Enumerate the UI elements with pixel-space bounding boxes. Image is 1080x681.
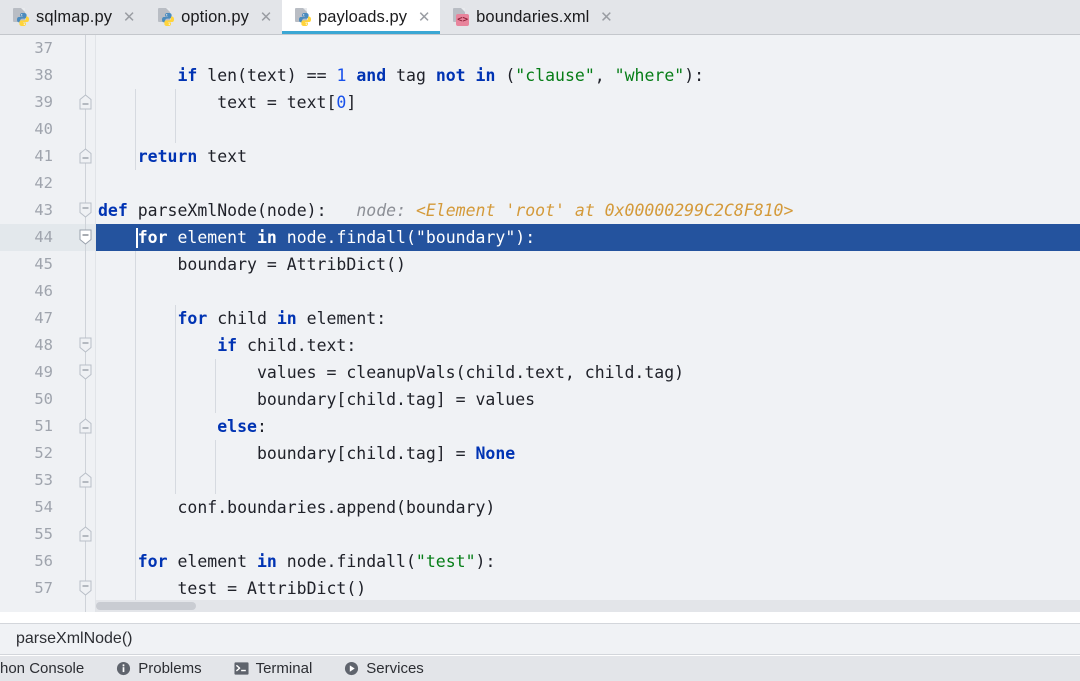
code-line[interactable]: [96, 467, 1080, 494]
tab-boundaries-xml[interactable]: <> boundaries.xml ✕: [440, 0, 623, 34]
line-number: 37: [34, 39, 53, 57]
play-icon: [345, 661, 359, 676]
python-file-icon: [157, 8, 175, 26]
editor-gutter[interactable]: 37 38 39 40 41 42 43 44 45 46 47 48 49 5…: [0, 35, 96, 612]
tool-window-label: Terminal: [255, 660, 313, 677]
tab-label: boundaries.xml: [476, 7, 590, 26]
code-line[interactable]: for child in element:: [96, 305, 1080, 332]
fold-marker-collapse-icon[interactable]: [78, 336, 93, 353]
code-line[interactable]: return text: [96, 143, 1080, 170]
python-file-icon: [12, 8, 29, 26]
fold-marker-collapse-icon[interactable]: [78, 579, 93, 596]
fold-marker-collapse-icon[interactable]: [78, 201, 93, 218]
code-line[interactable]: def parseXmlNode(node): node: <Element '…: [96, 197, 1080, 224]
editor-tab-bar: sqlmap.py ✕ option.py ✕ payloads.py ✕ <>…: [0, 0, 1080, 35]
horizontal-scrollbar-thumb[interactable]: [96, 602, 196, 610]
code-line[interactable]: boundary[child.tag] = values: [96, 386, 1080, 413]
code-line[interactable]: [96, 278, 1080, 305]
tab-label: option.py: [181, 7, 249, 26]
tab-payloads-py[interactable]: payloads.py ✕: [281, 0, 441, 34]
code-line[interactable]: values = cleanupVals(child.text, child.t…: [96, 359, 1080, 386]
tab-sqlmap-py[interactable]: sqlmap.py ✕: [0, 0, 146, 34]
fold-marker-collapse-icon[interactable]: [78, 363, 93, 380]
fold-marker-collapse-icon[interactable]: [78, 472, 93, 489]
breadcrumb[interactable]: parseXmlNode(): [0, 623, 1080, 655]
tool-window-label: Problems: [138, 660, 202, 677]
code-line[interactable]: boundary[child.tag] = None: [96, 440, 1080, 467]
code-line[interactable]: conf.boundaries.append(boundary): [96, 494, 1080, 521]
xml-file-icon: <>: [452, 8, 470, 26]
fold-marker-collapse-icon[interactable]: [78, 94, 93, 111]
fold-marker-collapse-icon[interactable]: [78, 418, 93, 435]
code-line[interactable]: [96, 521, 1080, 548]
line-number: 42: [34, 174, 53, 192]
python-file-icon: [294, 8, 311, 26]
tool-window-button-problems[interactable]: Problems: [100, 656, 217, 681]
line-number: 50: [34, 390, 53, 408]
inline-hint-value: <Element 'root' at 0x00000299C2C8F810>: [415, 201, 794, 220]
tool-window-bar: hon Console Problems Terminal Services: [0, 656, 1080, 681]
code-line[interactable]: text = text[0]: [96, 89, 1080, 116]
line-number: 46: [34, 282, 53, 300]
terminal-icon: [234, 662, 249, 675]
code-line[interactable]: [96, 116, 1080, 143]
close-icon[interactable]: ✕: [122, 9, 136, 25]
text-caret: [136, 228, 138, 248]
line-number: 40: [34, 120, 53, 138]
code-line[interactable]: [96, 35, 1080, 62]
tool-window-label: hon Console: [0, 660, 85, 677]
line-number: 54: [34, 498, 53, 516]
line-number: 47: [34, 309, 53, 327]
tool-window-label: Services: [366, 660, 424, 677]
code-line[interactable]: if child.text:: [96, 332, 1080, 359]
line-number: 52: [34, 444, 53, 462]
line-number: 45: [34, 255, 53, 273]
info-icon: [117, 661, 131, 676]
tab-option-py[interactable]: option.py ✕: [145, 0, 282, 34]
close-icon[interactable]: ✕: [599, 9, 613, 25]
close-icon[interactable]: ✕: [259, 9, 273, 25]
tool-window-button-python-console[interactable]: hon Console: [0, 656, 100, 681]
tool-window-button-services[interactable]: Services: [328, 656, 440, 681]
code-line[interactable]: if len(text) == 1 and tag not in ("claus…: [96, 62, 1080, 89]
horizontal-scrollbar[interactable]: [96, 600, 1080, 612]
tab-label: sqlmap.py: [36, 7, 113, 26]
fold-marker-collapse-icon[interactable]: [78, 526, 93, 543]
code-editor[interactable]: 37 38 39 40 41 42 43 44 45 46 47 48 49 5…: [0, 35, 1080, 612]
code-text-area[interactable]: if len(text) == 1 and tag not in ("claus…: [96, 35, 1080, 612]
breadcrumb-item-function[interactable]: parseXmlNode(): [16, 630, 132, 648]
fold-marker-collapse-icon[interactable]: [78, 148, 93, 165]
inline-hint-key: node:: [356, 201, 406, 220]
editor-window: sqlmap.py ✕ option.py ✕ payloads.py ✕ <>…: [0, 0, 1080, 681]
tab-label: payloads.py: [317, 7, 408, 26]
code-line-selected[interactable]: for element in node.findall("boundary"):: [96, 224, 1080, 251]
code-line[interactable]: boundary = AttribDict(): [96, 251, 1080, 278]
line-number: 56: [34, 552, 53, 570]
code-line[interactable]: else:: [96, 413, 1080, 440]
fold-marker-collapse-icon[interactable]: [78, 228, 93, 245]
close-icon[interactable]: ✕: [417, 9, 431, 25]
code-line[interactable]: test = AttribDict(): [96, 575, 1080, 602]
code-line[interactable]: [96, 170, 1080, 197]
tool-window-button-terminal[interactable]: Terminal: [218, 656, 329, 681]
code-line[interactable]: for element in node.findall("test"):: [96, 548, 1080, 575]
line-number: 38: [34, 66, 53, 84]
